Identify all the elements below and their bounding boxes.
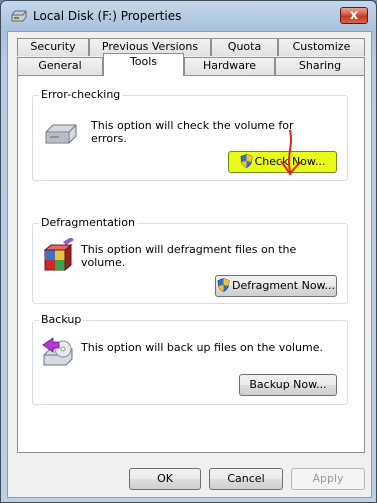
defragmentation-description: This option will defragment files on the… xyxy=(81,243,297,269)
tab-security[interactable]: Security xyxy=(17,38,89,56)
backup-group: Backup This option will back up files on… xyxy=(32,313,348,405)
error-checking-description: This option will check the volume for er… xyxy=(91,119,294,145)
ok-button[interactable]: OK xyxy=(129,468,201,490)
defragment-now-button[interactable]: Defragment Now... xyxy=(215,275,337,297)
backup-description: This option will back up files on the vo… xyxy=(81,341,323,354)
uac-shield-icon xyxy=(217,278,230,299)
defragmentation-heading: Defragmentation xyxy=(39,216,137,229)
tab-hardware[interactable]: Hardware xyxy=(184,57,275,75)
tab-customize[interactable]: Customize xyxy=(278,38,365,56)
uac-shield-icon xyxy=(240,154,253,175)
window-title: Local Disk (F:) Properties xyxy=(33,9,182,23)
tab-general[interactable]: General xyxy=(17,57,103,75)
error-checking-heading: Error-checking xyxy=(39,88,123,101)
red-arrow-annotation xyxy=(280,129,302,176)
tab-quota[interactable]: Quota xyxy=(211,38,278,56)
cancel-button[interactable]: Cancel xyxy=(209,468,283,490)
defragment-now-label: Defragment Now... xyxy=(231,279,336,292)
backup-heading: Backup xyxy=(39,313,84,326)
drive-icon xyxy=(11,10,27,22)
defrag-icon xyxy=(41,237,77,274)
backup-icon xyxy=(41,337,77,373)
title-bar[interactable]: Local Disk (F:) Properties x xyxy=(1,1,376,31)
properties-window: Local Disk (F:) Properties x Security Pr… xyxy=(0,0,377,503)
tab-tools[interactable]: Tools xyxy=(103,53,184,76)
apply-button[interactable]: Apply xyxy=(291,468,365,490)
close-button[interactable]: x xyxy=(340,7,368,24)
tools-tab-panel: Error-checking This option will check th… xyxy=(17,75,365,453)
dialog-client-area: Security Previous Versions Quota Customi… xyxy=(7,31,372,498)
tab-sharing[interactable]: Sharing xyxy=(275,57,365,75)
backup-now-button[interactable]: Backup Now... xyxy=(239,374,337,396)
defragmentation-group: Defragmentation This option will defragm… xyxy=(32,216,348,304)
disk-check-icon xyxy=(43,116,79,152)
